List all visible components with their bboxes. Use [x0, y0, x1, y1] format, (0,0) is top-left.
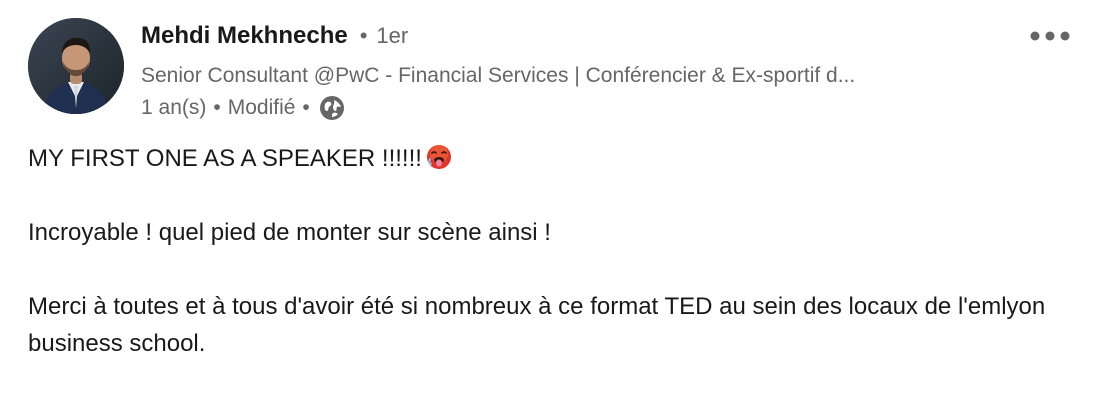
edited-label: Modifié	[227, 96, 296, 119]
more-horizontal-icon	[1030, 31, 1070, 41]
avatar-photo	[28, 18, 124, 114]
post-meta: 1 an(s) • Modifié •	[141, 92, 1012, 124]
post-time: 1 an(s)	[141, 96, 207, 119]
feed-post: Mehdi Mekhneche • 1er Senior Consultant …	[0, 0, 1102, 414]
author-avatar[interactable]	[28, 18, 124, 114]
author-headline[interactable]: Senior Consultant @PwC - Financial Servi…	[141, 60, 1003, 92]
author-name-row: Mehdi Mekhneche • 1er	[141, 22, 1012, 58]
globe-icon	[319, 95, 345, 121]
post-line: Incroyable ! quel pied de monter sur scè…	[28, 219, 551, 246]
post-line: Merci à toutes et à tous d'avoir été si …	[28, 293, 1046, 357]
post-line-text: MY FIRST ONE AS A SPEAKER !!!!!!	[28, 145, 422, 172]
separator-dot: •	[302, 96, 310, 119]
post-line: MY FIRST ONE AS A SPEAKER !!!!!!	[28, 140, 1068, 177]
separator-dot: •	[359, 23, 368, 48]
separator-dot: •	[213, 96, 221, 119]
hot-face-emoji	[426, 144, 452, 170]
author-name[interactable]: Mehdi Mekhneche	[141, 22, 348, 50]
post-text: MY FIRST ONE AS A SPEAKER !!!!!! Incroya…	[28, 140, 1068, 362]
connection-degree: 1er	[376, 23, 409, 48]
post-menu-button[interactable]	[1026, 20, 1074, 52]
post-actor-info: Mehdi Mekhneche • 1er Senior Consultant …	[141, 22, 1012, 124]
